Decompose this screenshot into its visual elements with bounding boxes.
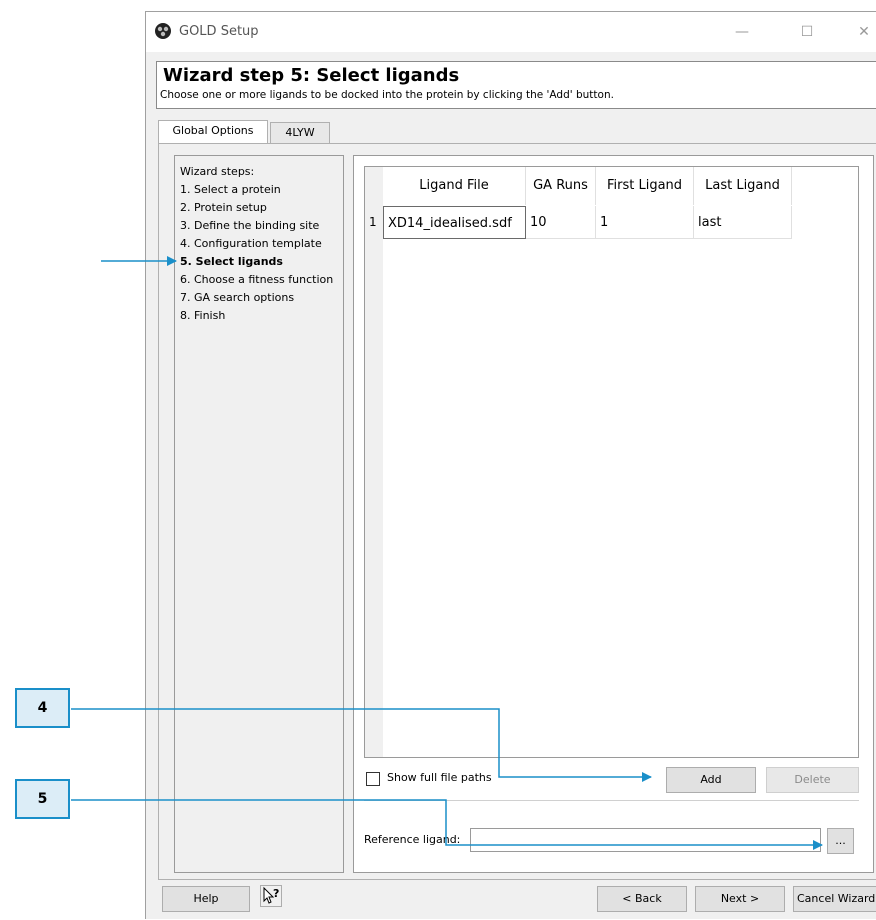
annotation-arrows xyxy=(71,256,823,850)
callout-4-arrow xyxy=(71,708,652,782)
callout-5-arrow xyxy=(71,799,823,850)
